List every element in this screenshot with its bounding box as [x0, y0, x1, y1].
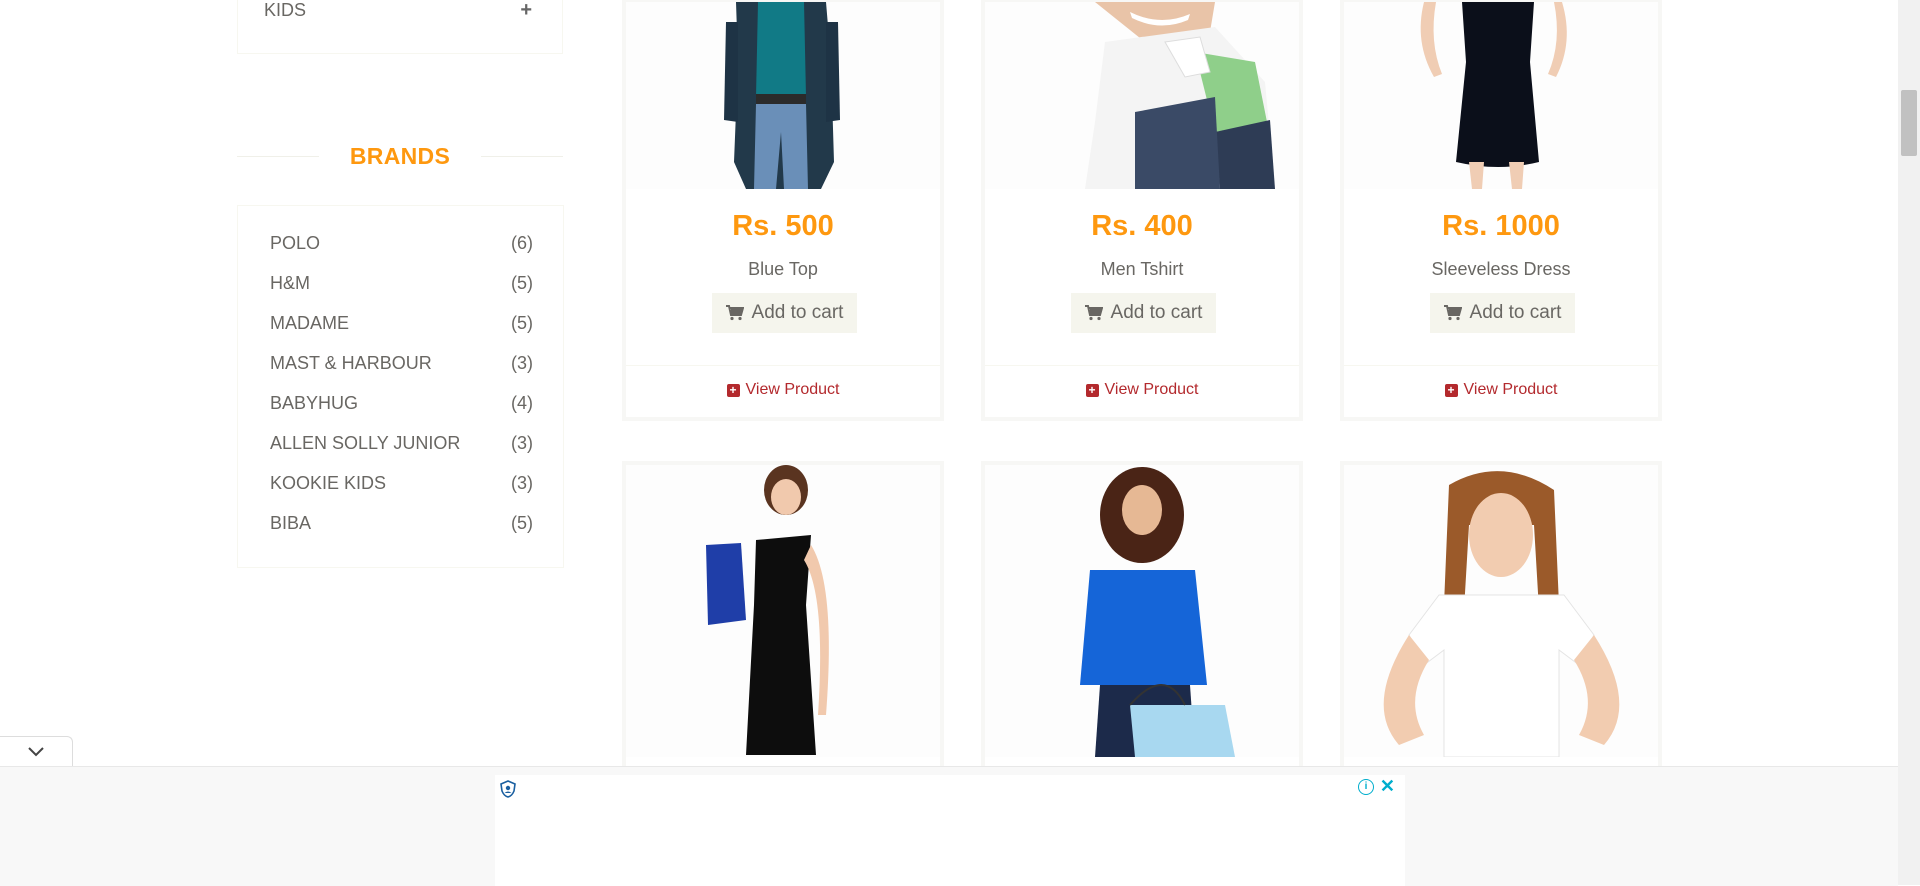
brand-name[interactable]: MADAME	[270, 313, 349, 334]
plus-square-icon: +	[1444, 383, 1458, 397]
product-card: Rs. 400 Men Tshirt Add to cart + View Pr…	[981, 0, 1303, 421]
ad-collapse-toggle[interactable]	[0, 736, 73, 767]
brand-name[interactable]: MAST & HARBOUR	[270, 353, 432, 374]
brand-item-biba[interactable]: BIBA (5)	[270, 513, 533, 543]
ad-banner[interactable]: i ✕	[495, 775, 1405, 886]
page-scrollbar[interactable]	[1898, 0, 1920, 885]
shopping-cart-icon	[725, 305, 744, 321]
brand-name[interactable]: H&M	[270, 273, 310, 294]
scrollbar-thumb[interactable]	[1901, 90, 1917, 156]
product-image	[985, 465, 1299, 757]
category-kids[interactable]: KIDS	[264, 0, 306, 21]
product-price: Rs. 1000	[1442, 210, 1560, 242]
product-price: Rs. 500	[732, 210, 834, 242]
product-image	[626, 465, 940, 757]
product-image	[1344, 465, 1658, 757]
product-card: Rs. 500 Blue Top Add to cart + View Prod…	[622, 0, 944, 421]
add-to-cart-button[interactable]: Add to cart	[1430, 293, 1575, 333]
brand-count: (3)	[511, 433, 533, 453]
add-to-cart-label: Add to cart	[1469, 302, 1562, 323]
ad-bar: i ✕	[0, 766, 1898, 886]
brand-item-allen-solly-junior[interactable]: ALLEN SOLLY JUNIOR (3)	[270, 433, 533, 463]
expand-plus-icon[interactable]: +	[520, 0, 532, 22]
view-product-label: View Product	[1104, 381, 1199, 398]
product-name: Sleeveless Dress	[1431, 259, 1571, 279]
brand-count: (6)	[511, 233, 533, 253]
brand-item-mast-harbour[interactable]: MAST & HARBOUR (3)	[270, 353, 533, 383]
view-product-link[interactable]: + View Product	[1344, 381, 1658, 399]
add-to-cart-button[interactable]: Add to cart	[1071, 293, 1216, 333]
product-image	[1344, 2, 1658, 189]
brand-name[interactable]: BABYHUG	[270, 393, 358, 414]
plus-square-icon: +	[726, 383, 740, 397]
brand-item-hm[interactable]: H&M (5)	[270, 273, 533, 303]
shopping-cart-icon	[1084, 305, 1103, 321]
brand-item-madame[interactable]: MADAME (5)	[270, 313, 533, 343]
brand-count: (3)	[511, 473, 533, 493]
add-to-cart-label: Add to cart	[751, 302, 844, 323]
brands-title: BRANDS	[349, 143, 451, 169]
brand-name[interactable]: ALLEN SOLLY JUNIOR	[270, 433, 460, 454]
ad-close-icon[interactable]: ✕	[1380, 776, 1395, 797]
brand-count: (5)	[511, 273, 533, 293]
ad-privacy-shield-icon[interactable]	[500, 780, 516, 798]
chevron-down-icon	[28, 747, 44, 757]
brand-name[interactable]: BIBA	[270, 513, 311, 534]
card-divider	[985, 365, 1299, 366]
brand-name[interactable]: POLO	[270, 233, 320, 254]
product-name: Blue Top	[748, 259, 818, 279]
brands-heading-wrap: BRANDS	[237, 140, 563, 170]
ad-info-icon[interactable]: i	[1358, 779, 1374, 795]
brand-item-polo[interactable]: POLO (6)	[270, 233, 533, 263]
brand-name[interactable]: KOOKIE KIDS	[270, 473, 386, 494]
add-to-cart-label: Add to cart	[1110, 302, 1203, 323]
view-product-link[interactable]: + View Product	[626, 381, 940, 399]
product-image	[626, 2, 940, 189]
brand-count: (5)	[511, 313, 533, 333]
product-image	[985, 2, 1299, 189]
card-divider	[1344, 365, 1658, 366]
product-price: Rs. 400	[1091, 210, 1193, 242]
category-panel: KIDS +	[237, 0, 563, 54]
view-product-label: View Product	[1463, 381, 1558, 398]
product-card: Rs. 1000 Sleeveless Dress Add to cart + …	[1340, 0, 1662, 421]
view-product-label: View Product	[745, 381, 840, 398]
view-product-link[interactable]: + View Product	[985, 381, 1299, 399]
brand-item-babyhug[interactable]: BABYHUG (4)	[270, 393, 533, 423]
brands-panel: POLO (6) H&M (5) MADAME (5) MAST & HARBO…	[237, 205, 564, 568]
shopping-cart-icon	[1443, 305, 1462, 321]
brand-count: (4)	[511, 393, 533, 413]
brand-count: (5)	[511, 513, 533, 533]
brand-item-kookie-kids[interactable]: KOOKIE KIDS (3)	[270, 473, 533, 503]
card-divider	[626, 365, 940, 366]
brand-count: (3)	[511, 353, 533, 373]
product-name: Men Tshirt	[1100, 259, 1184, 279]
plus-square-icon: +	[1085, 383, 1099, 397]
add-to-cart-button[interactable]: Add to cart	[712, 293, 857, 333]
